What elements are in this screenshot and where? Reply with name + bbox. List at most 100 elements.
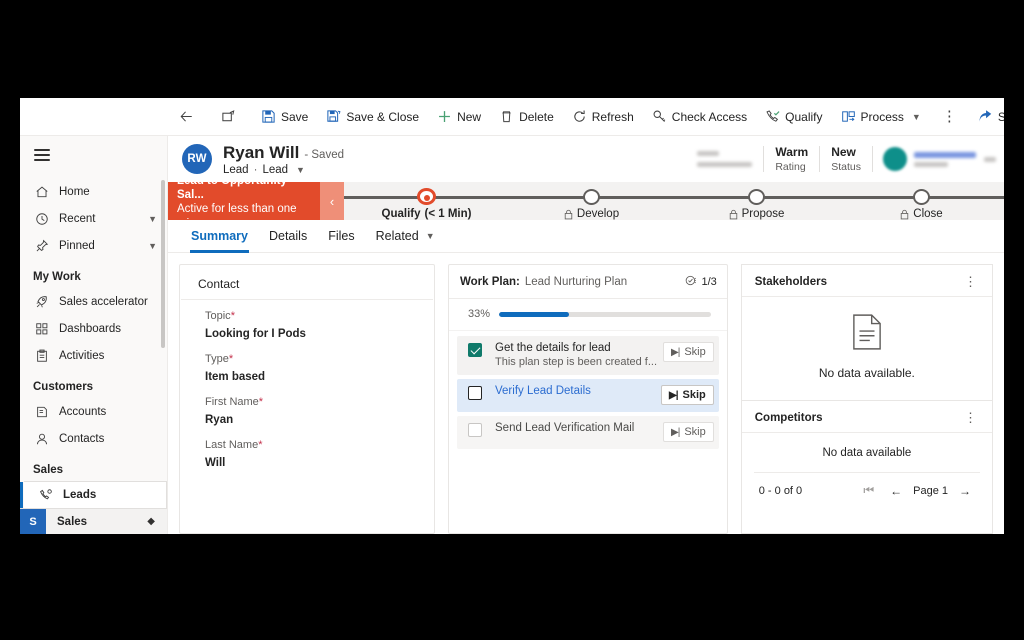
main-content: RW Ryan Will - Saved Lead · Lead ▼ Warm … — [168, 136, 1004, 534]
tab-label: Related — [375, 229, 419, 243]
field-type: Type* Item based — [205, 353, 434, 383]
owner-avatar — [883, 147, 907, 171]
sidebar-item-recent[interactable]: Recent ▼ — [20, 205, 167, 232]
step-checkbox[interactable] — [468, 386, 482, 400]
save-and-close-button[interactable]: Save & Close — [317, 98, 428, 136]
field-label-text: Topic — [205, 310, 231, 322]
header-field-rating[interactable]: Warm Rating — [764, 145, 819, 174]
competitors-more-icon[interactable]: ⋮ — [961, 411, 980, 424]
sidebar: Home Recent ▼ Pinned ▼ My Work Sales acc… — [20, 136, 168, 534]
field-last-name: Last Name* Will — [205, 439, 434, 469]
refresh-button[interactable]: Refresh — [563, 98, 643, 136]
stakeholders-more-icon[interactable]: ⋮ — [961, 275, 980, 288]
process-stage-close[interactable]: Close — [839, 182, 1004, 220]
share-button[interactable]: Share — [969, 98, 1004, 136]
new-button[interactable]: New — [428, 98, 490, 136]
skip-label: Skip — [684, 426, 706, 438]
work-plan-name[interactable]: Lead Nurturing Plan — [525, 276, 627, 288]
field-label: Topic* — [205, 310, 434, 322]
required-marker: * — [258, 396, 264, 408]
lock-icon — [564, 209, 573, 220]
tab-summary[interactable]: Summary — [181, 220, 258, 253]
skip-label: Skip — [682, 389, 706, 401]
sidebar-item-pinned[interactable]: Pinned ▼ — [20, 232, 167, 259]
blurred-label — [697, 162, 753, 167]
process-button[interactable]: Process ▼ — [832, 98, 930, 136]
chevron-down-icon[interactable]: ▼ — [296, 165, 305, 175]
tab-details[interactable]: Details — [259, 220, 317, 253]
work-plan-step[interactable]: Get the details for lead This plan step … — [457, 336, 719, 375]
sidebar-item-contacts[interactable]: Contacts — [20, 425, 167, 452]
tab-files[interactable]: Files — [318, 220, 364, 253]
next-page-button[interactable]: → — [951, 484, 979, 498]
contact-icon — [33, 430, 50, 447]
sidebar-item-activities[interactable]: Activities — [20, 342, 167, 369]
command-overflow-button[interactable]: ⋮ — [930, 98, 969, 136]
step-checkbox[interactable] — [468, 423, 482, 437]
sidebar-item-home[interactable]: Home — [20, 178, 167, 205]
open-record-button[interactable] — [211, 98, 246, 136]
first-name-value[interactable]: Ryan — [205, 414, 434, 426]
sidebar-item-dashboards[interactable]: Dashboards — [20, 315, 167, 342]
first-page-button[interactable]: ⏮ — [855, 483, 882, 498]
field-label: Last Name* — [205, 439, 434, 451]
progress-bar — [499, 311, 711, 317]
app-switcher-chevron-icon: ◆ — [147, 516, 155, 527]
previous-page-button[interactable]: ← — [882, 484, 910, 498]
chevron-down-icon: ▼ — [911, 111, 921, 122]
process-stage-develop[interactable]: Develop — [509, 182, 674, 220]
competitors-header: Competitors ⋮ — [741, 401, 992, 433]
tab-related[interactable]: Related ▼ — [366, 220, 445, 253]
save-button[interactable]: Save — [252, 98, 317, 136]
sidebar-item-label: Recent — [59, 212, 96, 225]
step-body: Get the details for lead This plan step … — [495, 342, 657, 368]
refresh-icon — [572, 109, 587, 124]
work-plan-step[interactable]: Send Lead Verification Mail ▶| Skip — [457, 416, 719, 449]
record-title-block: Ryan Will - Saved Lead · Lead ▼ — [223, 143, 344, 176]
process-stage-propose[interactable]: Propose — [674, 182, 839, 220]
stage-label: Develop — [576, 208, 620, 220]
new-label: New — [457, 109, 482, 124]
work-plan-step[interactable]: Verify Lead Details ▶| Skip — [457, 379, 719, 412]
dashboard-icon — [33, 320, 50, 337]
last-name-value[interactable]: Will — [205, 457, 434, 469]
sidebar-item-leads[interactable]: Leads — [20, 481, 167, 508]
hamburger-menu-icon[interactable] — [34, 149, 50, 161]
stage-label-block: Qualify (< 1 Min) — [382, 208, 472, 220]
chevron-left-icon: ‹ — [329, 193, 335, 209]
stage-label-block: Propose — [729, 208, 784, 220]
work-plan-card: Work Plan: Lead Nurturing Plan 1/3 33% G… — [448, 264, 728, 534]
process-collapse-button[interactable]: ‹ — [320, 182, 344, 220]
sidebar-item-accounts[interactable]: Accounts — [20, 398, 167, 425]
step-checkbox[interactable] — [468, 343, 482, 357]
topic-value[interactable]: Looking for I Pods — [205, 328, 434, 340]
save-icon — [261, 109, 276, 124]
contact-card-title: Contact — [181, 265, 433, 300]
back-arrow-icon — [179, 109, 194, 124]
stage-label-block: Develop — [564, 208, 619, 220]
competitors-pager: 0 - 0 of 0 ⏮ ← Page 1 → — [742, 473, 992, 498]
app-switcher[interactable]: S Sales ◆ — [20, 508, 167, 534]
back-button[interactable] — [168, 98, 205, 136]
field-first-name: First Name* Ryan — [205, 396, 434, 426]
sidebar-item-sales-accelerator[interactable]: Sales accelerator — [20, 288, 167, 315]
stage-label: Close — [913, 208, 943, 220]
header-field-status[interactable]: New Status — [820, 145, 872, 174]
skip-button[interactable]: ▶| Skip — [663, 422, 714, 442]
process-name-block[interactable]: Lead to Opportunity Sal... Active for le… — [168, 175, 320, 230]
chevron-down-icon: ▼ — [148, 213, 157, 224]
tab-strip: Summary Details Files Related ▼ — [168, 220, 1004, 253]
delete-button[interactable]: Delete — [490, 98, 563, 136]
header-field-owner-blurred[interactable] — [873, 147, 982, 171]
check-access-button[interactable]: Check Access — [643, 98, 756, 136]
process-stage-qualify[interactable]: Qualify (< 1 Min) — [344, 182, 509, 220]
skip-button[interactable]: ▶| Skip — [661, 385, 714, 405]
field-label-text: Type — [205, 353, 229, 365]
type-value[interactable]: Item based — [205, 371, 434, 383]
stakeholders-empty-state: No data available. — [742, 297, 992, 400]
body-split: Home Recent ▼ Pinned ▼ My Work Sales acc… — [20, 136, 1004, 534]
field-label: Type* — [205, 353, 434, 365]
step-body: Verify Lead Details — [495, 385, 655, 397]
skip-button[interactable]: ▶| Skip — [663, 342, 714, 362]
qualify-button[interactable]: Qualify — [756, 98, 831, 136]
